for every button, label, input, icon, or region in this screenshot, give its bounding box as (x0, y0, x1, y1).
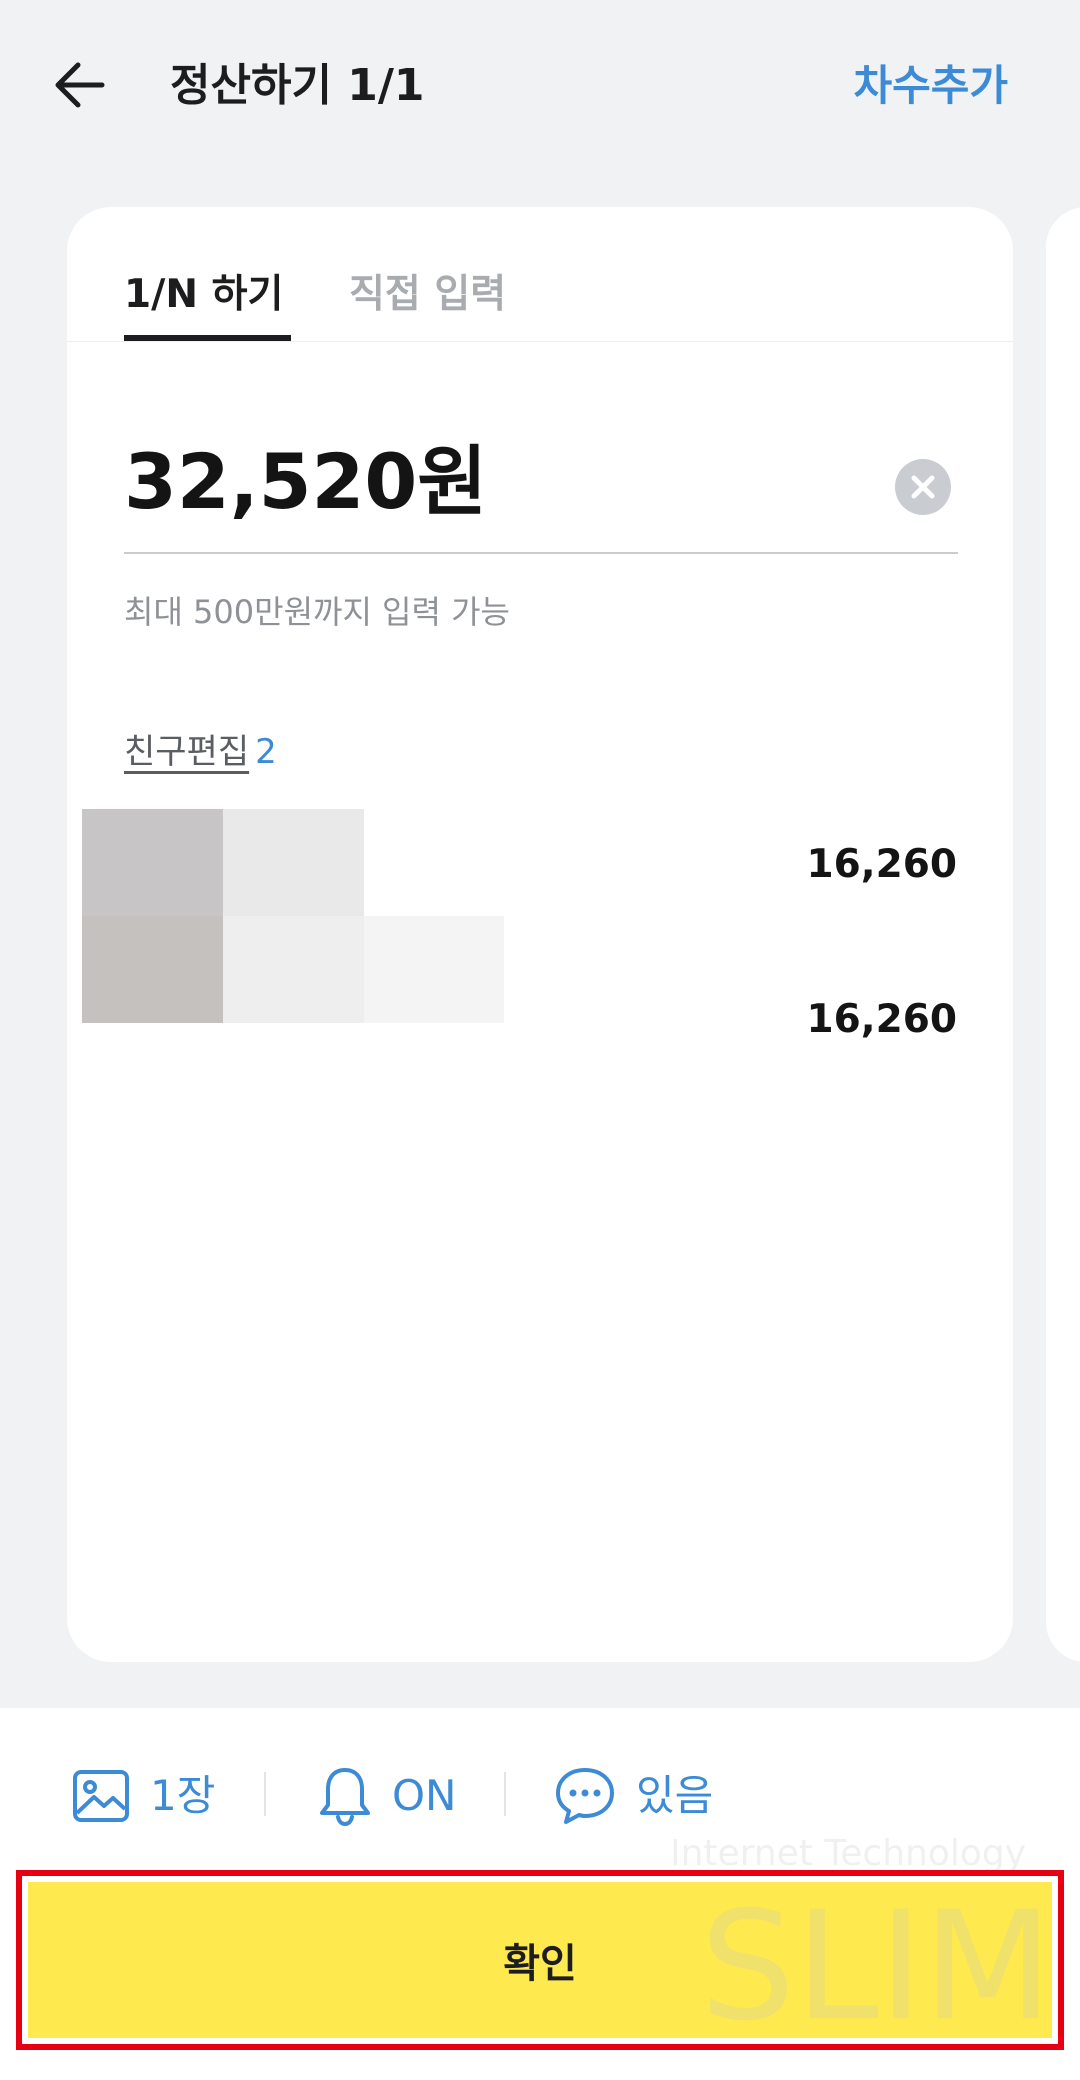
header: 정산하기 1/1 차수추가 (0, 0, 1080, 170)
amount-input[interactable]: 32,520원 (124, 427, 487, 537)
redacted-avatar (82, 809, 223, 916)
bell-icon (320, 1768, 370, 1827)
back-arrow-icon[interactable] (52, 60, 106, 110)
notification-status: ON (392, 1771, 457, 1820)
redacted-name (364, 916, 504, 1023)
tab-split-evenly[interactable]: 1/N 하기 (124, 265, 283, 325)
watermark-subtitle: Internet Technology (670, 1833, 1027, 1874)
notification-option[interactable]: ON (318, 1761, 456, 1831)
photo-option[interactable]: 1장 (72, 1761, 215, 1831)
message-status: 있음 (636, 1771, 714, 1820)
friend-amount: 16,260 (806, 842, 958, 887)
tab-direct-input[interactable]: 직접 입력 (349, 265, 506, 325)
redacted-avatar (82, 916, 223, 1023)
amount-underline (124, 552, 958, 554)
tab-bar: 1/N 하기 직접 입력 (67, 207, 1013, 342)
friend-amount: 16,260 (806, 997, 958, 1042)
divider (504, 1772, 506, 1816)
friend-count: 2 (255, 732, 277, 772)
active-tab-indicator (124, 335, 291, 341)
redacted-name (223, 916, 364, 1023)
photo-count: 1장 (150, 1771, 216, 1820)
edit-friends-label: 친구편집 (124, 732, 250, 772)
add-round-button[interactable]: 차수추가 (853, 56, 1008, 116)
clear-icon[interactable] (895, 459, 951, 515)
divider (264, 1772, 266, 1816)
next-card-peek (1046, 207, 1080, 1662)
chat-bubble-icon (556, 1768, 614, 1824)
image-icon (73, 1770, 129, 1822)
amount-hint: 최대 500만원까지 입력 가능 (124, 593, 510, 631)
edit-friends-link[interactable]: 친구편집 2 (124, 727, 277, 777)
redacted-name (223, 809, 364, 916)
confirm-label: 확인 (503, 1941, 577, 1987)
message-option[interactable]: 있음 (554, 1761, 713, 1831)
page-title: 정산하기 1/1 (170, 60, 425, 111)
watermark-logo: SLIM (700, 1880, 1053, 2054)
settlement-card: 1/N 하기 직접 입력 32,520원 최대 500만원까지 입력 가능 친구… (67, 207, 1013, 1662)
